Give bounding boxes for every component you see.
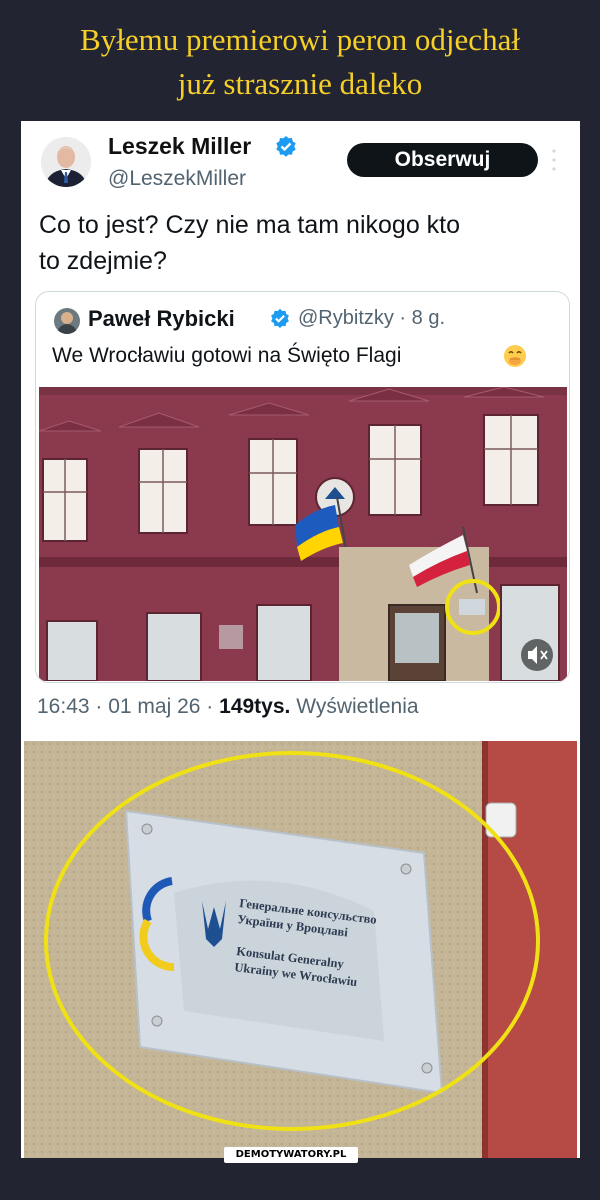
watermark: DEMOTYWATORY.PL [224, 1147, 358, 1163]
author-avatar[interactable] [41, 137, 91, 187]
tweet-screenshot: Leszek Miller @LeszekMiller Obserwuj Co … [21, 121, 580, 1158]
quoted-tweet-text: We Wrocławiu gotowi na Święto Flagi [52, 344, 402, 367]
building-photo[interactable] [39, 387, 567, 681]
tweet-date[interactable]: 01 maj 26 [108, 695, 200, 718]
author-handle[interactable]: @LeszekMiller [108, 167, 246, 191]
quoted-author-handle-age: @Rybitzky · 8 g. [298, 307, 446, 329]
meme-title: Byłemu premierowi peron odjechał już str… [0, 18, 600, 106]
author-name[interactable]: Leszek Miller [108, 133, 251, 160]
more-options-icon[interactable] [551, 147, 557, 173]
views-label: Wyświetlenia [296, 695, 419, 718]
hand-over-mouth-emoji-icon [504, 345, 526, 367]
plaque-photo: Генеральне консульство України у Вроцлав… [24, 741, 577, 1158]
mute-icon[interactable] [521, 639, 553, 671]
quoted-tweet-age: 8 g. [411, 307, 446, 329]
quoted-author-handle: @Rybitzky [298, 307, 394, 329]
tweet-text-line-1: Co to jest? Czy nie ma tam nikogo kto [39, 211, 461, 239]
quoted-tweet[interactable]: Paweł Rybicki @Rybitzky · 8 g. We Wrocła… [35, 291, 570, 683]
meme-title-line-2: już strasznie daleko [177, 66, 423, 101]
quoted-author-avatar [54, 308, 80, 334]
verified-badge-icon [276, 136, 296, 157]
views-count: 149tys. [219, 695, 291, 718]
quoted-author-name: Paweł Rybicki [88, 306, 235, 331]
follow-button[interactable]: Obserwuj [347, 143, 538, 177]
meme-title-line-1: Byłemu premierowi peron odjechał [80, 22, 520, 57]
tweet-text-line-2: to zdejmie? [39, 247, 167, 275]
tweet-meta: 16:43 · 01 maj 26 · 149tys. Wyświetlenia [37, 695, 419, 718]
tweet-time[interactable]: 16:43 [37, 695, 90, 718]
tweet-text: Co to jest? Czy nie ma tam nikogo kto to… [39, 207, 559, 279]
verified-badge-icon [271, 308, 289, 328]
